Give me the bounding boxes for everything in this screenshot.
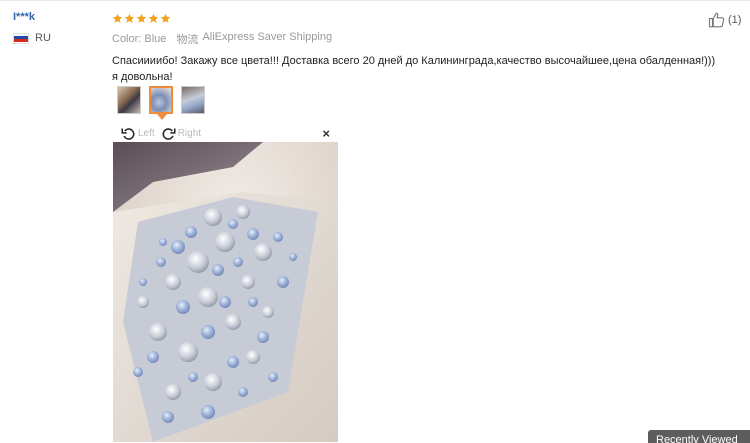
helpful-button[interactable]: (1) (708, 11, 741, 29)
review-meta: Color: Blue 物流 AliExpress Saver Shipping (112, 31, 732, 47)
rotate-right-label: Right (177, 128, 202, 139)
review-thumbnail[interactable] (117, 86, 141, 114)
shipping-attribute: 物流 AliExpress Saver Shipping (176, 31, 332, 47)
like-count: (1) (728, 14, 742, 26)
close-icon[interactable]: × (322, 125, 330, 142)
rotate-left-icon (121, 128, 135, 140)
shipping-value: AliExpress Saver Shipping (202, 31, 333, 43)
reviewer-info: I***k RU (13, 11, 103, 44)
star-rating (112, 11, 732, 25)
rotate-right-icon (162, 128, 176, 140)
star-icon (148, 13, 159, 23)
color-label: Color: (112, 33, 142, 45)
russia-flag-icon (13, 32, 29, 44)
review-text: Спасиииибо! Закажу все цвета!!! Доставка… (112, 55, 716, 83)
review-photo (113, 142, 338, 442)
recently-viewed-tab[interactable]: Recently Viewed (648, 430, 750, 443)
shipping-label: 物流 (176, 34, 199, 46)
color-value: Blue (144, 33, 167, 45)
top-divider (0, 0, 750, 1)
review-photo-image (113, 142, 338, 442)
rotate-right-button[interactable]: Right (161, 126, 201, 141)
review-body: Color: Blue 物流 AliExpress Saver Shipping… (112, 11, 732, 85)
star-icon (136, 13, 147, 23)
review-thumbnails (117, 86, 205, 120)
rotate-left-button[interactable]: Left (121, 126, 155, 141)
review-thumbnail-active[interactable] (149, 86, 173, 120)
rotate-left-label: Left (138, 128, 155, 139)
image-viewer-toolbar: Left Right × (113, 125, 338, 143)
color-attribute: Color: Blue (112, 33, 166, 45)
star-icon (160, 13, 171, 23)
reviewer-name[interactable]: I***k (13, 11, 103, 23)
thumbs-up-icon (708, 12, 725, 28)
country-code: RU (35, 32, 51, 44)
star-icon (124, 13, 135, 23)
selected-caret-icon (157, 114, 167, 120)
review-thumbnail[interactable] (181, 86, 205, 114)
reviewer-country: RU (13, 32, 103, 44)
star-icon (112, 13, 123, 23)
